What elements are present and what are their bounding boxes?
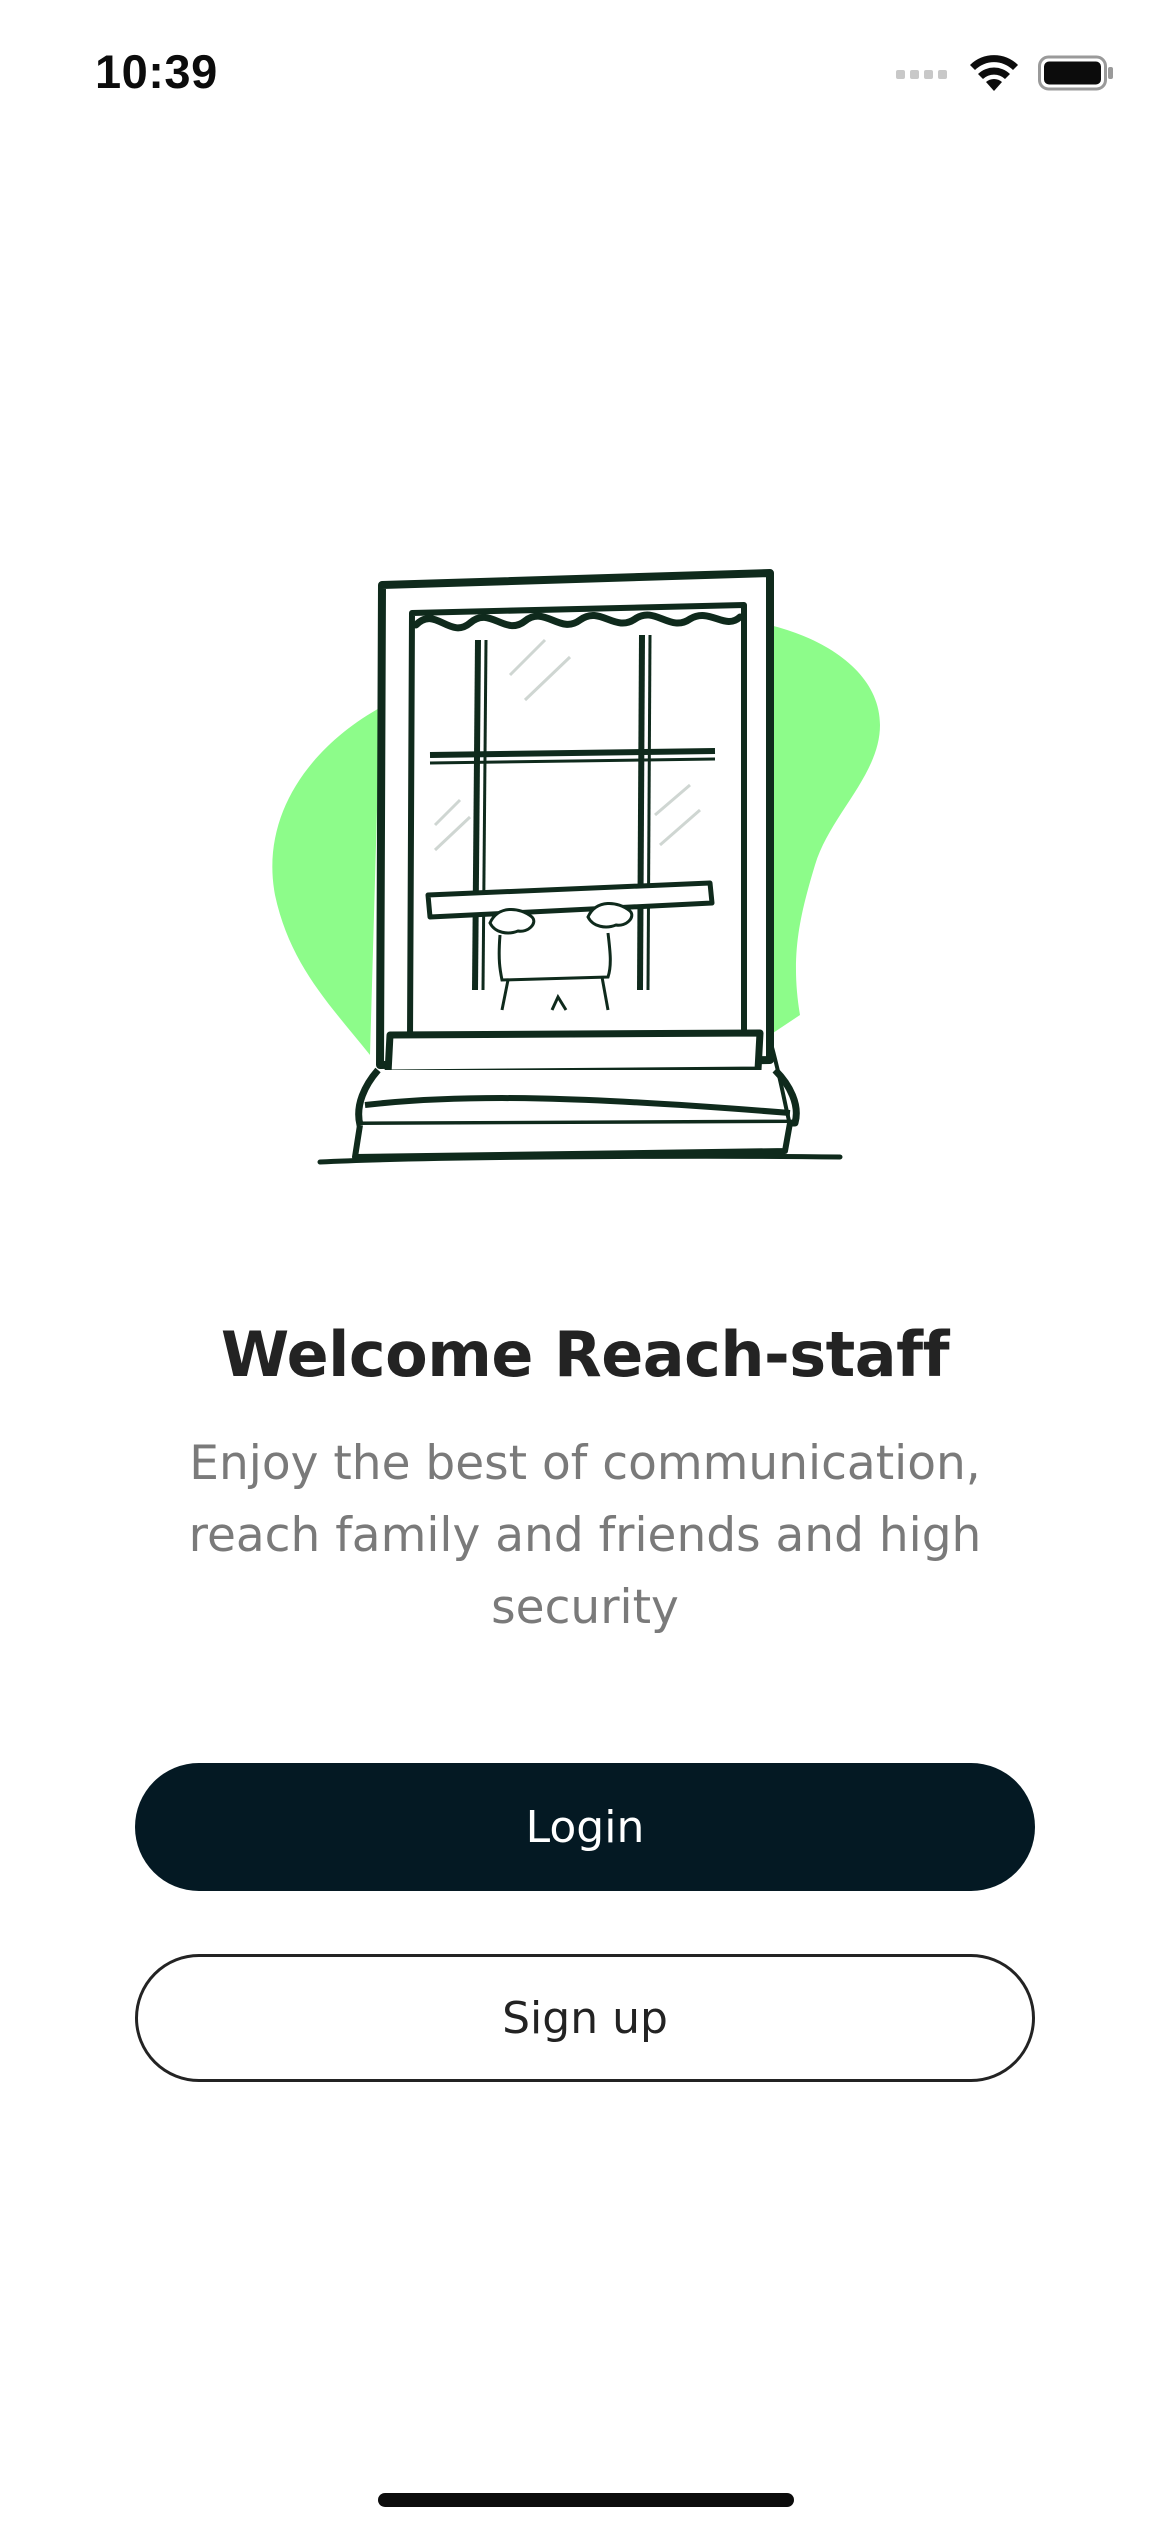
status-bar: 10:39: [0, 0, 1170, 150]
hero-illustration: [270, 565, 900, 1175]
status-time: 10:39: [95, 45, 218, 98]
login-button-label: Login: [525, 1801, 645, 1853]
wifi-icon: [968, 53, 1020, 98]
battery-icon: [1038, 54, 1114, 97]
home-indicator[interactable]: [378, 2493, 794, 2507]
status-icons: [896, 52, 1114, 98]
signal-icon: [896, 66, 950, 85]
signup-button-label: Sign up: [502, 1992, 668, 2044]
welcome-subtitle: Enjoy the best of communication, reach f…: [188, 1436, 982, 1635]
window-illustration-icon: [272, 569, 880, 1165]
signup-button[interactable]: Sign up: [135, 1954, 1035, 2082]
login-button[interactable]: Login: [135, 1763, 1035, 1891]
welcome-title: Welcome Reach-staff: [220, 1318, 950, 1391]
